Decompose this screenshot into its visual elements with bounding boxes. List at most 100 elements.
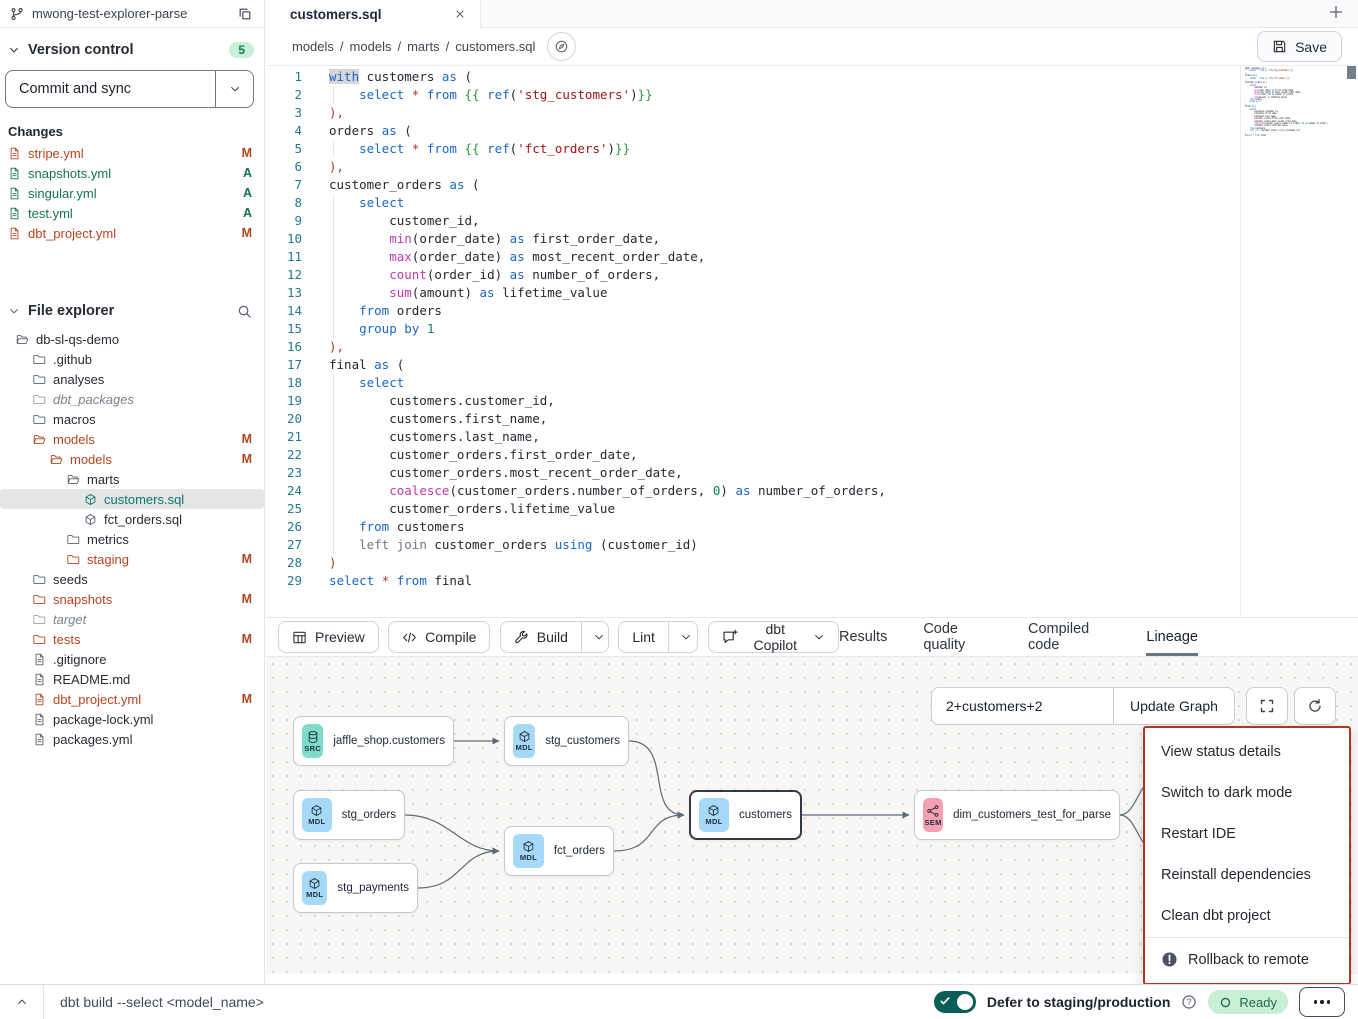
lineage-node-stg_orders[interactable]: MDL stg_orders <box>293 790 405 840</box>
menu-item-view-status-details[interactable]: View status details <box>1145 731 1349 772</box>
lineage-node-fct_orders[interactable]: MDL fct_orders <box>504 826 614 876</box>
version-control-header[interactable]: Version control 5 <box>0 28 264 68</box>
folder-open-icon <box>16 333 29 346</box>
folder-icon <box>67 533 80 546</box>
breadcrumb-item[interactable]: marts <box>407 39 440 54</box>
commit-and-sync-button[interactable]: Commit and sync <box>6 71 215 107</box>
tree-item-models[interactable]: modelsM <box>0 429 264 449</box>
tree-item-staging[interactable]: stagingM <box>0 549 264 569</box>
tree-item-dbt_project.yml[interactable]: dbt_project.ymlM <box>0 689 264 709</box>
save-button[interactable]: Save <box>1257 31 1342 62</box>
menu-item-switch-to-dark-mode[interactable]: Switch to dark mode <box>1145 772 1349 813</box>
panel-tabs: Results Code quality Compiled code Lineage <box>839 618 1198 656</box>
tree-item-models[interactable]: modelsM <box>0 449 264 469</box>
tree-item-package-lock.yml[interactable]: package-lock.yml <box>0 709 264 729</box>
folder-open-icon <box>33 433 46 446</box>
update-graph-button[interactable]: Update Graph <box>1113 688 1234 724</box>
tab-code-quality[interactable]: Code quality <box>923 618 992 656</box>
refresh-graph-button[interactable] <box>1294 687 1336 725</box>
menu-item-reinstall-dependencies[interactable]: Reinstall dependencies <box>1145 854 1349 895</box>
changed-file-stripe.yml[interactable]: stripe.ymlM <box>0 143 264 163</box>
tree-item-analyses[interactable]: analyses <box>0 369 264 389</box>
breadcrumb-item[interactable]: models <box>350 39 392 54</box>
code-editor[interactable]: 1234567891011121314151617181920212223242… <box>266 66 1358 617</box>
more-options-button[interactable] <box>1299 987 1345 1017</box>
new-tab-button[interactable] <box>1328 4 1344 20</box>
tree-item-metrics[interactable]: metrics <box>0 529 264 549</box>
mdl-badge: MDL <box>302 871 327 905</box>
changed-file-test.yml[interactable]: test.ymlA <box>0 203 264 223</box>
defer-toggle[interactable] <box>934 991 976 1013</box>
build-options-button[interactable] <box>581 622 609 652</box>
lint-button[interactable]: Lint <box>619 622 668 652</box>
mdl-badge: MDL <box>302 798 332 832</box>
tab-customers-sql[interactable]: customers.sql <box>266 0 481 28</box>
branch-name: mwong-test-explorer-parse <box>32 6 230 21</box>
lineage-node-customers[interactable]: MDL customers <box>689 790 802 840</box>
file-icon <box>8 227 21 240</box>
code-line: min(order_date) as first_order_date, <box>329 230 1240 248</box>
lint-options-button[interactable] <box>668 622 698 652</box>
tree-item-seeds[interactable]: seeds <box>0 569 264 589</box>
tree-item-target[interactable]: target <box>0 609 264 629</box>
copy-icon[interactable] <box>238 7 252 21</box>
dbt-copilot-button[interactable]: dbt Copilot <box>708 621 839 653</box>
lineage-selector-input[interactable] <box>932 688 1113 724</box>
ide-options-menu: View status detailsSwitch to dark mode Re… <box>1143 726 1351 985</box>
tree-item-marts[interactable]: marts <box>0 469 264 489</box>
tree-item-dbt_packages[interactable]: dbt_packages <box>0 389 264 409</box>
tree-item-.gitignore[interactable]: .gitignore <box>0 649 264 669</box>
lineage-node-dim_customers_test_for_parse[interactable]: SEM dim_customers_test_for_parse <box>914 790 1120 840</box>
menu-item-clean-dbt-project[interactable]: Clean dbt project <box>1145 895 1349 936</box>
file-explorer-header[interactable]: File explorer <box>0 243 264 329</box>
menu-item-rollback-to-remote[interactable]: Rollback to remote <box>1145 939 1349 980</box>
search-icon[interactable] <box>237 304 252 319</box>
code-line: ), <box>329 104 1240 122</box>
breadcrumb-item[interactable]: models <box>292 39 334 54</box>
tree-item-db-sl-qs-demo[interactable]: db-sl-qs-demo <box>0 329 264 349</box>
compass-button[interactable] <box>547 32 576 61</box>
tree-item-tests[interactable]: testsM <box>0 629 264 649</box>
tree-item-fct_orders.sql[interactable]: fct_orders.sql <box>0 509 264 529</box>
tree-item-customers.sql[interactable]: customers.sql <box>0 489 264 509</box>
compile-button[interactable]: Compile <box>388 621 490 653</box>
build-button[interactable]: Build <box>501 622 581 652</box>
file-icon <box>8 187 21 200</box>
minimap-slider[interactable] <box>1347 66 1356 79</box>
tab-lineage[interactable]: Lineage <box>1146 618 1198 656</box>
breadcrumb-item[interactable]: customers.sql <box>455 39 535 54</box>
commit-options-button[interactable] <box>215 71 253 107</box>
menu-item-label: Clean dbt project <box>1161 908 1271 924</box>
menu-item-restart-ide[interactable]: Restart IDE <box>1145 813 1349 854</box>
tree-item-README.md[interactable]: README.md <box>0 669 264 689</box>
cube-icon <box>84 513 97 526</box>
tab-compiled-code[interactable]: Compiled code <box>1028 618 1110 656</box>
code-line: customer_orders as ( <box>329 176 1240 194</box>
expand-command-panel-button[interactable] <box>0 985 44 1019</box>
lineage-node-stg_customers[interactable]: MDL stg_customers <box>504 716 629 766</box>
breadcrumb: models/models/marts/customers.sql <box>292 39 535 54</box>
tree-item-.github[interactable]: .github <box>0 349 264 369</box>
tab-results[interactable]: Results <box>839 618 887 656</box>
build-label: Build <box>537 629 568 645</box>
tree-item-packages.yml[interactable]: packages.yml <box>0 729 264 749</box>
close-icon[interactable] <box>454 8 466 20</box>
changed-file-snapshots.yml[interactable]: snapshots.ymlA <box>0 163 264 183</box>
minimap[interactable]: with customers as ( select * from {{ ref… <box>1240 66 1358 617</box>
lineage-node-jaffle_shop.customers[interactable]: SRC jaffle_shop.customers <box>293 716 454 766</box>
changed-file-singular.yml[interactable]: singular.ymlA <box>0 183 264 203</box>
ready-status-badge: Ready <box>1208 990 1288 1014</box>
tree-item-snapshots[interactable]: snapshotsM <box>0 589 264 609</box>
help-icon[interactable]: ? <box>1181 994 1197 1010</box>
code-line: max(order_date) as most_recent_order_dat… <box>329 248 1240 266</box>
branch-bar: mwong-test-explorer-parse <box>0 0 264 28</box>
menu-item-label: Restart IDE <box>1161 826 1236 842</box>
fullscreen-button[interactable] <box>1246 687 1288 725</box>
preview-button[interactable]: Preview <box>278 621 379 653</box>
changed-file-dbt_project.yml[interactable]: dbt_project.ymlM <box>0 223 264 243</box>
code-line: customer_orders.first_order_date, <box>329 446 1240 464</box>
tree-item-macros[interactable]: macros <box>0 409 264 429</box>
lineage-node-stg_payments[interactable]: MDL stg_payments <box>293 863 418 913</box>
preview-label: Preview <box>315 629 365 645</box>
cli-command-input[interactable]: dbt build --select <model_name> <box>60 994 934 1010</box>
